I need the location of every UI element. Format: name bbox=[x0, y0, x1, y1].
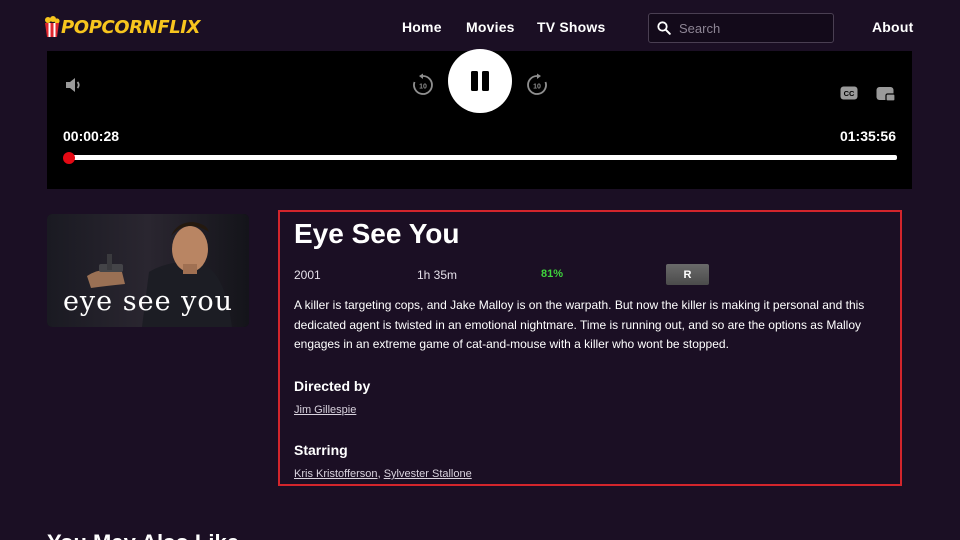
forward-10-label: 10 bbox=[533, 84, 541, 91]
nav-about[interactable]: About bbox=[872, 19, 913, 35]
volume-icon bbox=[66, 78, 80, 92]
starring-label: Starring bbox=[294, 442, 348, 458]
pause-button[interactable] bbox=[448, 49, 512, 113]
current-time: 00:00:28 bbox=[63, 128, 120, 144]
movie-description: A killer is targeting cops, and Jake Mal… bbox=[294, 298, 865, 351]
nav-tv-shows[interactable]: TV Shows bbox=[537, 19, 606, 35]
picture-in-picture-icon bbox=[876, 87, 896, 102]
total-duration: 01:35:56 bbox=[839, 128, 896, 144]
audience-score: 81% bbox=[541, 268, 564, 280]
cc-label: CC bbox=[844, 89, 855, 98]
search-box[interactable] bbox=[648, 13, 834, 43]
poster-caption: eye see you bbox=[62, 286, 234, 317]
forward-10-button[interactable]: 10 bbox=[525, 73, 549, 97]
director-link[interactable]: Jim Gillespie bbox=[294, 404, 356, 416]
rewind-10-button[interactable]: 10 bbox=[411, 73, 435, 97]
movie-poster[interactable]: eye see you bbox=[47, 214, 249, 327]
nav-home[interactable]: Home bbox=[402, 19, 442, 35]
replay-10-icon: 10 bbox=[413, 73, 433, 95]
director-credit: Jim Gillespie bbox=[294, 404, 356, 416]
directed-by-label: Directed by bbox=[294, 378, 371, 394]
cast-link[interactable]: Kris Kristofferson bbox=[294, 468, 378, 480]
video-player[interactable]: 10 10 CC 00:00:28 01:35:56 bbox=[47, 49, 912, 189]
forward-10-icon: 10 bbox=[527, 73, 547, 95]
nav-movies[interactable]: Movies bbox=[466, 19, 515, 35]
runtime: 1h 35m bbox=[417, 268, 458, 282]
progress-thumb[interactable] bbox=[63, 152, 76, 164]
progress-bar[interactable] bbox=[63, 152, 897, 164]
search-icon bbox=[657, 21, 671, 35]
rewind-10-label: 10 bbox=[419, 84, 427, 91]
site-header: POPCORNFLIX Home Movies TV Shows About bbox=[0, 0, 960, 52]
closed-captions-icon: CC bbox=[840, 86, 858, 100]
logo-text: POPCORNFLIX bbox=[61, 16, 201, 38]
movie-title: Eye See You bbox=[294, 218, 460, 249]
cast-credit: Kris Kristofferson, Sylvester Stallone bbox=[294, 468, 472, 480]
popcornflix-logo[interactable]: POPCORNFLIX bbox=[44, 14, 200, 40]
closed-captions-button[interactable]: CC bbox=[839, 85, 859, 101]
content-rating-badge: R bbox=[666, 264, 709, 285]
cast-link[interactable]: Sylvester Stallone bbox=[384, 468, 472, 480]
pause-icon bbox=[471, 71, 489, 91]
popcorn-icon bbox=[45, 16, 60, 37]
you-may-also-like-heading: You May Also Like bbox=[47, 530, 239, 540]
movie-details: Eye See You 2001 1h 35m 81% R A killer i… bbox=[278, 210, 902, 486]
picture-in-picture-button[interactable] bbox=[875, 85, 897, 103]
search-input[interactable] bbox=[679, 20, 829, 36]
volume-button[interactable] bbox=[63, 75, 85, 95]
release-year: 2001 bbox=[294, 268, 321, 282]
